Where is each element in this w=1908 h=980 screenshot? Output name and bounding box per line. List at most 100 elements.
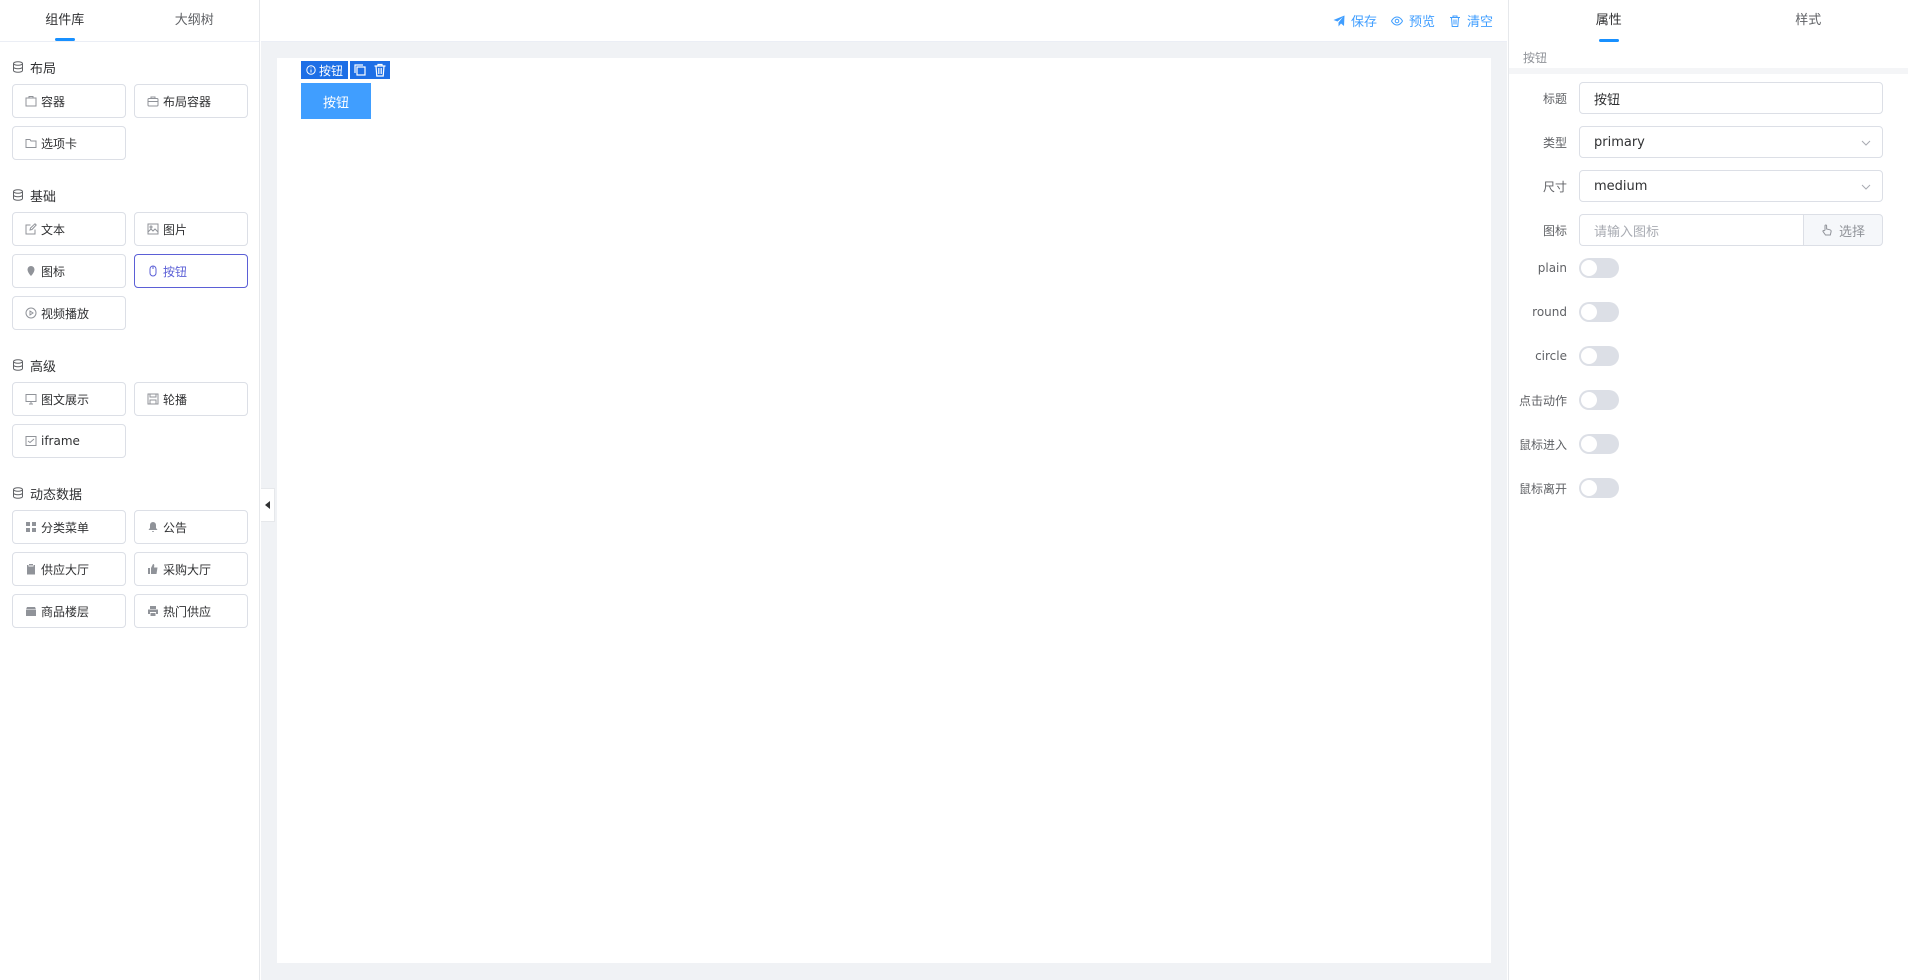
database-icon <box>13 61 23 73</box>
plain-switch[interactable] <box>1579 258 1619 278</box>
field-label: 尺寸 <box>1542 179 1567 194</box>
click-action-switch[interactable] <box>1579 390 1619 410</box>
component-label: 容器 <box>41 94 66 109</box>
field-label: 类型 <box>1542 135 1567 150</box>
size-select-value: medium <box>1594 178 1648 194</box>
component-image[interactable]: 图片 <box>134 212 248 246</box>
grid-icon <box>26 522 36 532</box>
component-label: 按钮 <box>163 264 188 279</box>
size-select[interactable]: medium <box>1579 170 1883 202</box>
selection-toolbar: 按钮 <box>301 61 391 79</box>
switch-label: 鼠标进入 <box>1518 437 1567 452</box>
component-panel: 组件库 大纲树 布局 容器 布局容器 选项卡 基础 文本 图片 图标 按钮 视频… <box>0 0 260 980</box>
component-image-text[interactable]: 图文展示 <box>12 382 126 416</box>
box-icon <box>25 96 37 107</box>
component-iframe[interactable]: iframe <box>12 424 126 458</box>
pointer-icon <box>1822 224 1832 236</box>
component-label: 公告 <box>163 520 188 535</box>
field-label: 图标 <box>1542 223 1567 238</box>
component-hot-supply[interactable]: 热门供应 <box>134 594 248 628</box>
field-icon: 图标 请输入图标 选择 <box>1509 214 1908 246</box>
canvas-button-component[interactable]: 按钮 <box>301 83 371 119</box>
component-group-dynamic-data: 动态数据 分类菜单 公告 供应大厅 采购大厅 商品楼层 热门供应 <box>0 482 259 632</box>
property-panel: 属性 样式 按钮 标题 按钮 类型 primary 尺寸 medium 图标 请… <box>1508 0 1908 980</box>
chevron-down-icon <box>1861 184 1871 190</box>
mouse-enter-switch[interactable] <box>1579 434 1619 454</box>
selected-tag-label: 按钮 <box>319 63 344 78</box>
info-icon <box>306 65 316 75</box>
send-icon <box>1333 15 1345 26</box>
title-input[interactable]: 按钮 <box>1579 82 1883 114</box>
selected-component-name: 按钮 <box>1509 42 1908 74</box>
clear-button[interactable]: 清空 <box>1449 11 1493 30</box>
icon-input-group: 请输入图标 选择 <box>1579 214 1883 246</box>
save-label: 保存 <box>1350 15 1377 30</box>
component-notice[interactable]: 公告 <box>134 510 248 544</box>
component-container[interactable]: 容器 <box>12 84 126 118</box>
mouse-icon <box>149 265 157 277</box>
component-label: 图标 <box>41 264 66 279</box>
icon-select-button[interactable]: 选择 <box>1803 214 1883 246</box>
component-icon[interactable]: 图标 <box>12 254 126 288</box>
component-text[interactable]: 文本 <box>12 212 126 246</box>
clear-label: 清空 <box>1466 15 1493 30</box>
design-area: 保存 预览 清空 按钮 按钮 <box>261 0 1507 980</box>
frame-icon <box>25 436 37 446</box>
type-select[interactable]: primary <box>1579 126 1883 158</box>
component-label: 热门供应 <box>163 604 212 619</box>
component-tabs[interactable]: 选项卡 <box>12 126 126 160</box>
delete-icon[interactable] <box>373 63 387 77</box>
bell-icon <box>148 522 158 532</box>
group-title: 动态数据 <box>30 487 83 503</box>
component-supply-hall[interactable]: 供应大厅 <box>12 552 126 586</box>
save-icon <box>147 393 159 405</box>
component-button[interactable]: 按钮 <box>134 254 248 288</box>
switch-circle: circle <box>1509 346 1908 366</box>
mouse-leave-switch[interactable] <box>1579 478 1619 498</box>
collapse-left-panel-button[interactable] <box>261 488 275 522</box>
group-header: 高级 <box>12 354 247 376</box>
component-category-menu[interactable]: 分类菜单 <box>12 510 126 544</box>
tab-component-library[interactable]: 组件库 <box>0 0 130 41</box>
icon-select-label: 选择 <box>1838 224 1865 240</box>
database-icon <box>13 189 23 201</box>
component-label: 视频播放 <box>41 306 90 321</box>
shop-icon <box>26 607 36 616</box>
component-video[interactable]: 视频播放 <box>12 296 126 330</box>
circle-switch[interactable] <box>1579 346 1619 366</box>
briefcase-icon <box>147 96 159 107</box>
chevron-down-icon <box>1861 140 1871 146</box>
design-canvas[interactable]: 按钮 按钮 <box>277 58 1491 963</box>
selection-actions <box>350 61 391 79</box>
tab-properties[interactable]: 属性 <box>1509 0 1709 42</box>
component-layout-container[interactable]: 布局容器 <box>134 84 248 118</box>
component-label: 图片 <box>163 222 188 237</box>
tab-styles[interactable]: 样式 <box>1709 0 1908 42</box>
component-label: 选项卡 <box>41 136 78 151</box>
clipboard-icon <box>27 564 35 575</box>
round-switch[interactable] <box>1579 302 1619 322</box>
preview-label: 预览 <box>1408 15 1435 30</box>
tab-outline-tree[interactable]: 大纲树 <box>130 0 260 41</box>
eye-icon <box>1390 15 1403 26</box>
component-carousel[interactable]: 轮播 <box>134 382 248 416</box>
field-title: 标题 按钮 <box>1509 82 1908 114</box>
group-header: 动态数据 <box>12 482 247 504</box>
video-play-icon <box>25 307 37 319</box>
switch-label: circle <box>1535 349 1567 363</box>
preview-button[interactable]: 预览 <box>1390 11 1435 30</box>
switch-label: 点击动作 <box>1518 393 1567 408</box>
type-select-value: primary <box>1594 134 1645 150</box>
save-button[interactable]: 保存 <box>1333 11 1377 30</box>
selected-component-tag: 按钮 <box>301 61 349 79</box>
icon-input[interactable]: 请输入图标 <box>1579 214 1803 246</box>
group-title: 基础 <box>30 189 57 205</box>
edit-icon <box>25 223 37 235</box>
component-purchase-hall[interactable]: 采购大厅 <box>134 552 248 586</box>
copy-icon[interactable] <box>353 63 367 77</box>
component-label: 布局容器 <box>163 94 212 109</box>
switch-round: round <box>1509 302 1908 322</box>
component-product-floor[interactable]: 商品楼层 <box>12 594 126 628</box>
picture-icon <box>147 223 159 235</box>
component-label: 分类菜单 <box>41 520 90 535</box>
